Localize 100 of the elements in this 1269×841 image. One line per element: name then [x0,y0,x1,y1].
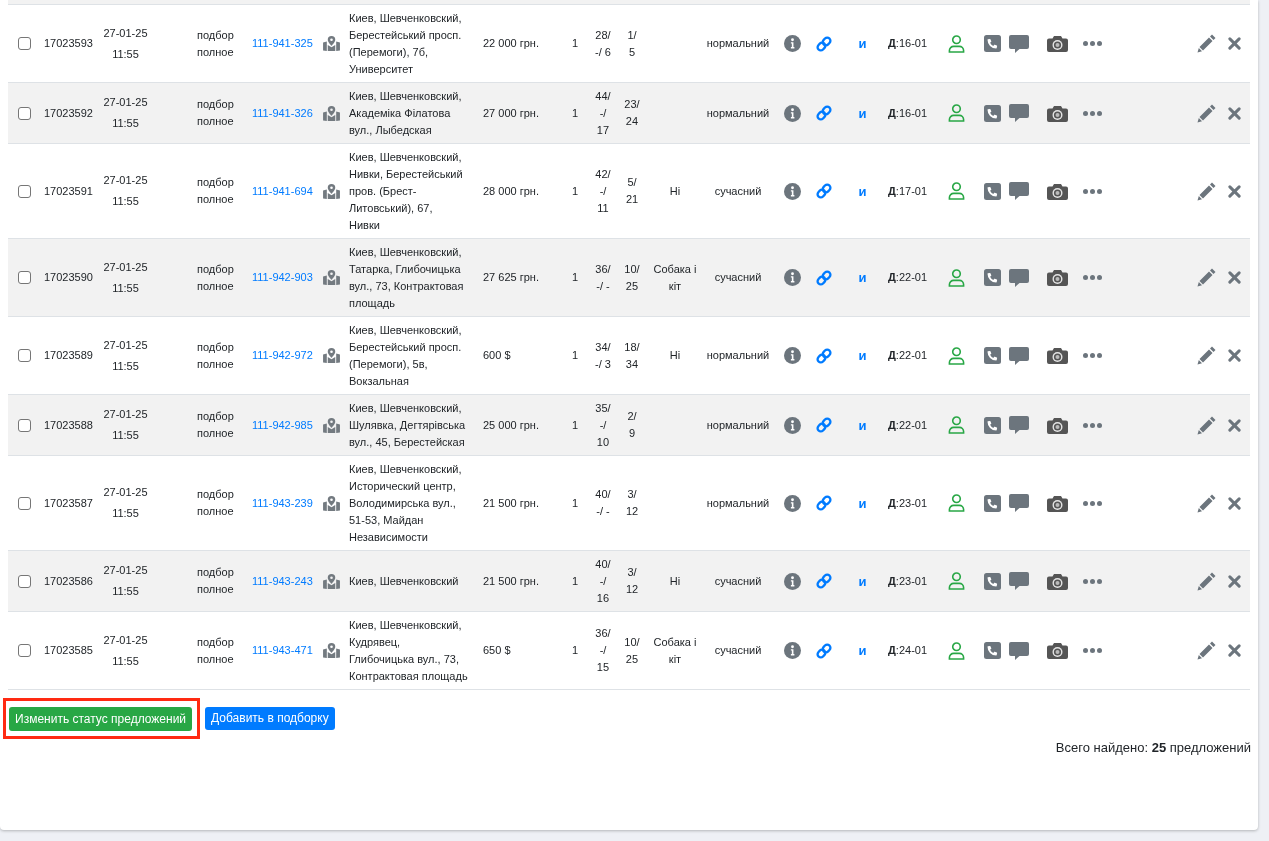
letter-link[interactable]: и [858,104,867,122]
phone-icon[interactable] [984,35,1001,52]
row-checkbox[interactable] [17,418,31,432]
code-link[interactable]: 111-941-694 [252,184,313,197]
ellipsis-icon[interactable] [1082,648,1102,653]
row-checkbox[interactable] [17,574,31,588]
info-icon[interactable] [784,347,801,364]
info-icon[interactable] [784,35,801,52]
phone-icon[interactable] [984,416,1001,434]
close-icon[interactable] [1228,271,1241,284]
info-icon[interactable] [784,269,801,286]
ellipsis-icon[interactable] [1082,275,1102,280]
map-icon[interactable] [322,36,340,51]
camera-icon[interactable] [1046,104,1068,122]
code-link[interactable]: 111-941-326 [252,106,313,119]
close-icon[interactable] [1228,184,1241,198]
camera-icon[interactable] [1046,572,1068,590]
pencil-icon[interactable] [1197,181,1216,201]
person-icon[interactable] [948,34,965,53]
close-icon[interactable] [1228,644,1241,657]
close-icon[interactable] [1228,106,1241,120]
pencil-icon[interactable] [1197,571,1216,591]
close-icon[interactable] [1228,349,1241,362]
person-icon[interactable] [948,416,965,434]
camera-icon[interactable] [1046,494,1068,512]
letter-link[interactable]: и [858,182,867,200]
code-link[interactable]: 111-942-903 [252,271,313,283]
link-icon[interactable] [814,267,834,288]
map-icon[interactable] [322,348,340,363]
pencil-icon[interactable] [1197,493,1216,513]
phone-icon[interactable] [984,494,1001,512]
link-icon[interactable] [814,415,834,435]
map-icon[interactable] [322,105,340,121]
person-icon[interactable] [948,268,965,287]
close-icon[interactable] [1228,418,1241,432]
ellipsis-icon[interactable] [1082,578,1102,584]
code-link[interactable]: 111-943-239 [252,496,313,509]
comment-icon[interactable] [1008,572,1029,590]
camera-icon[interactable] [1046,416,1068,434]
info-icon[interactable] [784,182,801,200]
map-icon[interactable] [322,573,340,589]
camera-icon[interactable] [1046,347,1068,364]
ellipsis-icon[interactable] [1082,41,1102,46]
close-icon[interactable] [1228,37,1241,50]
comment-icon[interactable] [1008,494,1029,512]
comment-icon[interactable] [1008,182,1029,200]
row-checkbox[interactable] [17,496,31,510]
link-icon[interactable] [814,345,834,366]
info-icon[interactable] [784,104,801,122]
phone-icon[interactable] [984,572,1001,590]
ellipsis-icon[interactable] [1082,500,1102,506]
info-icon[interactable] [784,642,801,659]
camera-icon[interactable] [1046,269,1068,286]
row-checkbox[interactable] [17,106,31,120]
pencil-icon[interactable] [1197,34,1216,53]
comment-icon[interactable] [1008,268,1029,287]
pencil-icon[interactable] [1197,415,1216,435]
pencil-icon[interactable] [1197,103,1216,123]
close-icon[interactable] [1228,574,1241,588]
info-icon[interactable] [784,494,801,512]
person-icon[interactable] [948,182,965,200]
pencil-icon[interactable] [1197,641,1216,660]
code-link[interactable]: 111-942-972 [252,349,313,361]
ellipsis-icon[interactable] [1082,188,1102,194]
code-link[interactable]: 111-941-325 [252,37,313,49]
link-icon[interactable] [814,571,834,591]
pencil-icon[interactable] [1197,268,1216,287]
letter-link[interactable]: и [858,572,867,590]
link-icon[interactable] [814,33,834,54]
person-icon[interactable] [948,104,965,122]
letter-link[interactable]: и [858,494,867,512]
phone-icon[interactable] [984,182,1001,200]
map-icon[interactable] [322,495,340,511]
person-icon[interactable] [948,494,965,512]
ellipsis-icon[interactable] [1082,353,1102,358]
close-icon[interactable] [1228,496,1241,510]
link-icon[interactable] [814,181,834,201]
phone-icon[interactable] [984,347,1001,364]
phone-icon[interactable] [984,269,1001,286]
camera-icon[interactable] [1046,642,1068,659]
letter-link[interactable]: и [858,347,867,364]
comment-icon[interactable] [1008,416,1029,434]
person-icon[interactable] [948,346,965,365]
person-icon[interactable] [948,641,965,660]
code-link[interactable]: 111-943-243 [252,574,313,587]
row-checkbox[interactable] [17,271,31,284]
map-icon[interactable] [322,417,340,433]
info-icon[interactable] [784,416,801,434]
map-icon[interactable] [322,643,340,658]
ellipsis-icon[interactable] [1082,422,1102,428]
code-link[interactable]: 111-943-471 [252,644,313,656]
link-icon[interactable] [814,493,834,513]
code-link[interactable]: 111-942-985 [252,418,313,431]
phone-icon[interactable] [984,642,1001,659]
camera-icon[interactable] [1046,182,1068,200]
letter-link[interactable]: и [858,269,867,286]
comment-icon[interactable] [1008,641,1029,660]
link-icon[interactable] [814,103,834,123]
map-icon[interactable] [322,270,340,285]
row-checkbox[interactable] [17,184,31,198]
